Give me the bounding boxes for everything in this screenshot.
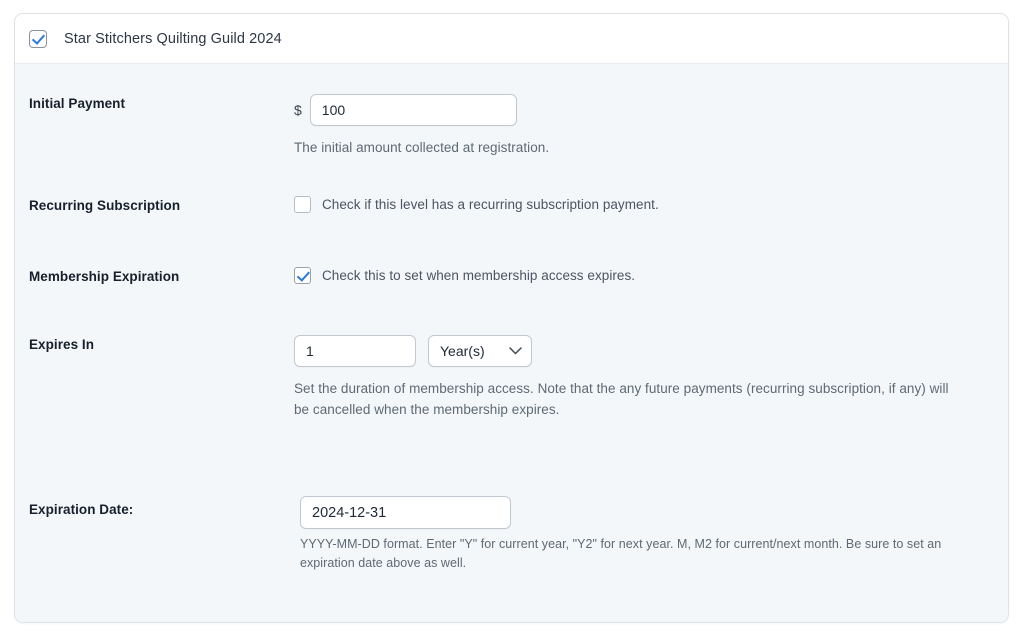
expires-in-number-input[interactable] — [294, 335, 416, 367]
expiration-date-label: Expiration Date: — [29, 502, 134, 517]
currency-symbol: $ — [294, 102, 302, 118]
membership-expiration-field: Check this to set when membership access… — [294, 267, 994, 284]
expiration-date-input[interactable] — [300, 496, 511, 529]
membership-expiration-label: Membership Expiration — [29, 269, 180, 284]
recurring-subscription-checkbox-label: Check if this level has a recurring subs… — [322, 197, 659, 212]
expiration-date-field: YYYY-MM-DD format. Enter "Y" for current… — [300, 496, 994, 573]
initial-payment-field: $ The initial amount collected at regist… — [294, 94, 994, 159]
expires-in-help: Set the duration of membership access. N… — [294, 381, 949, 417]
recurring-subscription-checkbox[interactable] — [294, 196, 311, 213]
row-expiration-date: Expiration Date: YYYY-MM-DD format. Ente… — [15, 496, 1008, 573]
initial-payment-help: The initial amount collected at registra… — [294, 140, 550, 155]
card-body: Initial Payment $ The initial amount col… — [15, 64, 1008, 622]
expires-in-field: Day(s)Week(s)Month(s)Year(s) Set the dur… — [294, 335, 994, 420]
expiration-date-help: YYYY-MM-DD format. Enter "Y" for current… — [300, 537, 942, 570]
level-enabled-checkbox[interactable] — [29, 29, 47, 48]
recurring-subscription-label: Recurring Subscription — [29, 198, 181, 213]
recurring-subscription-checkbox-group[interactable]: Check if this level has a recurring subs… — [294, 196, 994, 213]
recurring-subscription-field: Check if this level has a recurring subs… — [294, 196, 994, 213]
expires-in-period-wrap: Day(s)Week(s)Month(s)Year(s) — [428, 335, 532, 367]
expires-in-period-select[interactable]: Day(s)Week(s)Month(s)Year(s) — [428, 335, 532, 367]
row-recurring-subscription: Recurring Subscription Check if this lev… — [15, 196, 1008, 213]
row-expires-in: Expires In Day(s)Week(s)Month(s)Year(s) … — [15, 335, 1008, 420]
card-header: Star Stitchers Quilting Guild 2024 — [15, 14, 1008, 64]
page-title: Star Stitchers Quilting Guild 2024 — [64, 30, 282, 47]
membership-expiration-checkbox-label: Check this to set when membership access… — [322, 268, 636, 283]
expires-in-label: Expires In — [29, 337, 95, 352]
membership-expiration-checkbox[interactable] — [294, 267, 311, 284]
row-membership-expiration: Membership Expiration Check this to set … — [15, 267, 1008, 284]
initial-payment-label: Initial Payment — [29, 96, 126, 111]
membership-expiration-checkbox-group[interactable]: Check this to set when membership access… — [294, 267, 994, 284]
row-initial-payment: Initial Payment $ The initial amount col… — [15, 94, 1008, 159]
membership-level-card: Star Stitchers Quilting Guild 2024 Initi… — [14, 13, 1009, 623]
initial-payment-input[interactable] — [309, 94, 517, 126]
